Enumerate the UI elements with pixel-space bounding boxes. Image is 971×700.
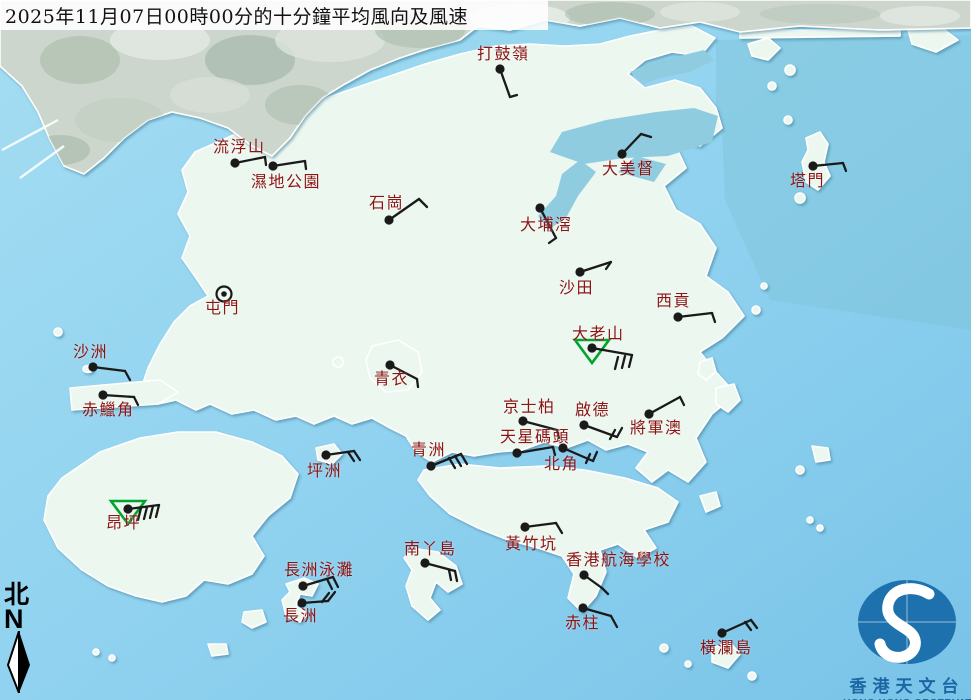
- station-label[interactable]: 北角: [544, 455, 579, 473]
- station-label[interactable]: 青衣: [374, 370, 409, 388]
- map-title: 2025年11月07日00時00分的十分鐘平均風向及風速: [0, 0, 548, 30]
- station-label[interactable]: 坪洲: [307, 462, 342, 480]
- station-label[interactable]: 啟德: [575, 401, 610, 419]
- station-dot: [535, 203, 545, 213]
- station-label[interactable]: 大老山: [572, 325, 625, 343]
- station-dot: [717, 628, 727, 638]
- station-dot: [426, 461, 436, 471]
- station-dot: [578, 603, 588, 613]
- station-dot: [579, 420, 589, 430]
- station-label[interactable]: 沙洲: [73, 343, 108, 361]
- station-label[interactable]: 南丫島: [404, 540, 457, 558]
- station-label[interactable]: 西貢: [656, 292, 691, 310]
- station-label[interactable]: 流浮山: [213, 138, 266, 156]
- compass: 北 N: [4, 582, 44, 694]
- station-dot: [298, 581, 308, 591]
- station-dot: [579, 570, 589, 580]
- station-dot: [518, 416, 528, 426]
- station-label[interactable]: 長洲泳灘: [284, 561, 354, 579]
- station-dot: [512, 448, 522, 458]
- compass-north-letter: N: [4, 604, 24, 634]
- station-label[interactable]: 京士柏: [503, 398, 556, 416]
- wind-barb-line: [415, 377, 420, 389]
- station-label[interactable]: 昂坪: [106, 514, 141, 532]
- station-label[interactable]: 塔門: [790, 172, 825, 190]
- station-dot: [520, 522, 530, 532]
- station-dot: [268, 161, 278, 171]
- station-dot: [321, 450, 331, 460]
- station-dot: [587, 343, 597, 353]
- station-dot: [575, 267, 585, 277]
- station-label[interactable]: 沙田: [559, 279, 594, 297]
- basemap-svg: [0, 0, 971, 700]
- station-label[interactable]: 赤鱲角: [82, 401, 135, 419]
- station-label[interactable]: 天星碼頭: [500, 428, 570, 446]
- station-dot: [88, 362, 98, 372]
- station-dot: [808, 161, 818, 171]
- station-dot: [230, 158, 240, 168]
- station-label[interactable]: 濕地公園: [251, 173, 321, 191]
- station-label[interactable]: 赤柱: [565, 614, 600, 632]
- station-label[interactable]: 屯門: [205, 299, 240, 317]
- station-label[interactable]: 香港航海學校: [566, 551, 671, 569]
- station-dot: [98, 390, 108, 400]
- station-label[interactable]: 黃竹坑: [505, 535, 558, 553]
- station-label[interactable]: 打鼓嶺: [477, 45, 530, 63]
- station-label[interactable]: 長洲: [283, 607, 318, 625]
- station-label[interactable]: 青洲: [411, 441, 446, 459]
- compass-needle-icon: [6, 631, 30, 694]
- hko-logo[interactable]: 香港天文台 HONG KONG OBSERVATORY: [843, 578, 971, 700]
- station-dot: [420, 558, 430, 568]
- station-label[interactable]: 大美督: [602, 160, 655, 178]
- station-label[interactable]: 橫瀾島: [700, 639, 753, 657]
- station-dot: [384, 215, 394, 225]
- station-dot: [617, 149, 627, 159]
- wind-barb-line: [303, 159, 308, 171]
- station-dot: [221, 291, 227, 297]
- station-label[interactable]: 石崗: [369, 194, 404, 212]
- wind-barb-line: [263, 155, 268, 167]
- hko-logo-icon: [858, 580, 956, 664]
- wind-map: 2025年11月07日00時00分的十分鐘平均風向及風速 打鼓嶺流浮山濕地公園石…: [0, 0, 971, 700]
- station-dot: [495, 64, 505, 74]
- station-label[interactable]: 大埔滘: [520, 216, 573, 234]
- station-label[interactable]: 將軍澳: [630, 419, 683, 437]
- station-dot: [673, 312, 683, 322]
- hko-logo-chinese: 香港天文台: [849, 677, 965, 697]
